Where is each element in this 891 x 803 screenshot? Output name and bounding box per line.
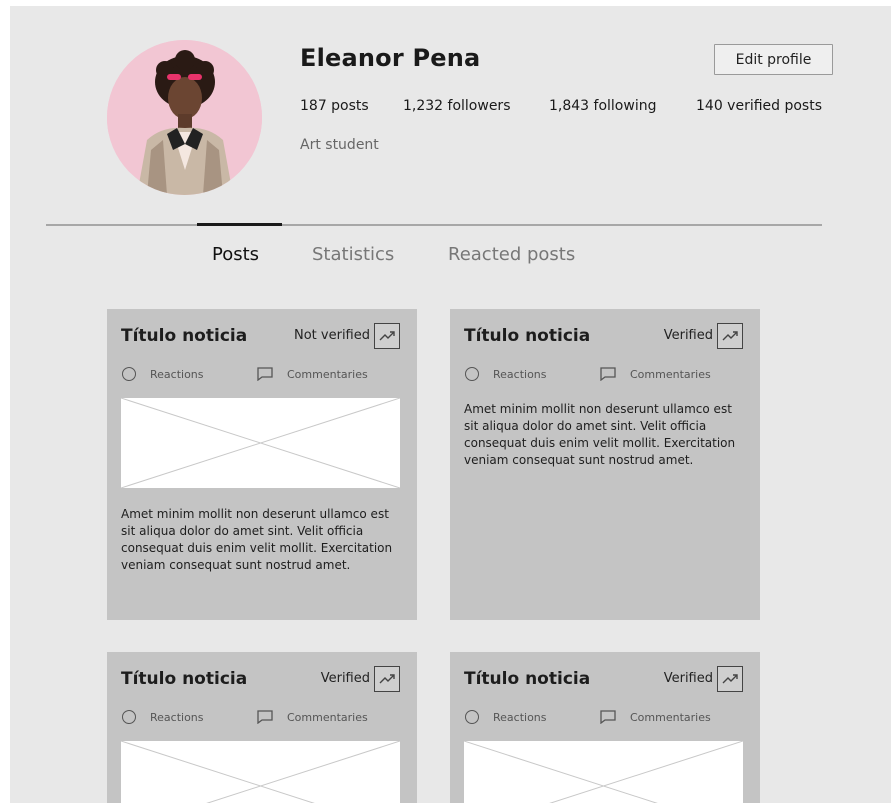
- reaction-circle-icon: [465, 710, 479, 724]
- trending-up-icon[interactable]: [374, 323, 400, 349]
- reaction-circle-icon: [465, 367, 479, 381]
- reactions-label: Reactions: [150, 710, 204, 724]
- comments-button[interactable]: Commentaries: [600, 367, 711, 381]
- post-card[interactable]: Título noticia Verified Reactions Commen…: [450, 309, 760, 620]
- tab-divider: [46, 224, 822, 226]
- posts-count: 187 posts: [300, 98, 369, 114]
- post-status: Verified: [663, 671, 713, 686]
- comments-button[interactable]: Commentaries: [600, 710, 711, 724]
- reactions-label: Reactions: [493, 367, 547, 381]
- comments-button[interactable]: Commentaries: [257, 367, 368, 381]
- tab-posts[interactable]: Posts: [212, 244, 259, 265]
- post-card[interactable]: Título noticia Verified Reactions Commen…: [107, 652, 417, 803]
- trending-up-icon[interactable]: [717, 323, 743, 349]
- reactions-label: Reactions: [493, 710, 547, 724]
- reactions-button[interactable]: Reactions: [465, 367, 547, 381]
- tab-reacted-posts[interactable]: Reacted posts: [448, 244, 575, 265]
- comment-icon: [600, 367, 616, 381]
- verified-posts-count: 140 verified posts: [696, 98, 823, 114]
- comments-label: Commentaries: [287, 367, 368, 381]
- image-placeholder: [121, 398, 400, 488]
- image-placeholder: [464, 741, 743, 803]
- tab-statistics[interactable]: Statistics: [312, 244, 394, 265]
- comments-label: Commentaries: [287, 710, 368, 724]
- reaction-circle-icon: [122, 710, 136, 724]
- post-title: Título noticia: [464, 669, 591, 689]
- comments-label: Commentaries: [630, 367, 711, 381]
- comment-icon: [600, 710, 616, 724]
- post-title: Título noticia: [464, 326, 591, 346]
- post-body: Amet minim mollit non deserunt ullamco e…: [464, 402, 736, 467]
- comments-button[interactable]: Commentaries: [257, 710, 368, 724]
- post-title: Título noticia: [121, 326, 248, 346]
- reactions-button[interactable]: Reactions: [122, 367, 204, 381]
- post-status: Verified: [663, 328, 713, 343]
- reactions-button[interactable]: Reactions: [122, 710, 204, 724]
- trending-up-icon[interactable]: [717, 666, 743, 692]
- post-status: Not verified: [294, 328, 370, 343]
- comments-label: Commentaries: [630, 710, 711, 724]
- comment-icon: [257, 367, 273, 381]
- profile-page: Eleanor Pena Edit profile 187 posts 1,23…: [10, 6, 891, 803]
- post-body: Amet minim mollit non deserunt ullamco e…: [121, 507, 393, 572]
- avatar[interactable]: [107, 40, 262, 195]
- profile-bio: Art student: [300, 137, 379, 153]
- trending-up-icon[interactable]: [374, 666, 400, 692]
- post-card[interactable]: Título noticia Verified Reactions Commen…: [450, 652, 760, 803]
- followers-count[interactable]: 1,232 followers: [403, 98, 510, 114]
- post-status: Verified: [320, 671, 370, 686]
- reaction-circle-icon: [122, 367, 136, 381]
- reactions-button[interactable]: Reactions: [465, 710, 547, 724]
- image-placeholder: [121, 741, 400, 803]
- post-card[interactable]: Título noticia Not verified Reactions Co…: [107, 309, 417, 620]
- comment-icon: [257, 710, 273, 724]
- following-count[interactable]: 1,843 following: [549, 98, 656, 114]
- post-title: Título noticia: [121, 669, 248, 689]
- avatar-photo: [107, 40, 262, 195]
- edit-profile-button[interactable]: Edit profile: [714, 44, 833, 75]
- reactions-label: Reactions: [150, 367, 204, 381]
- profile-name: Eleanor Pena: [300, 44, 481, 72]
- active-tab-indicator: [197, 223, 282, 226]
